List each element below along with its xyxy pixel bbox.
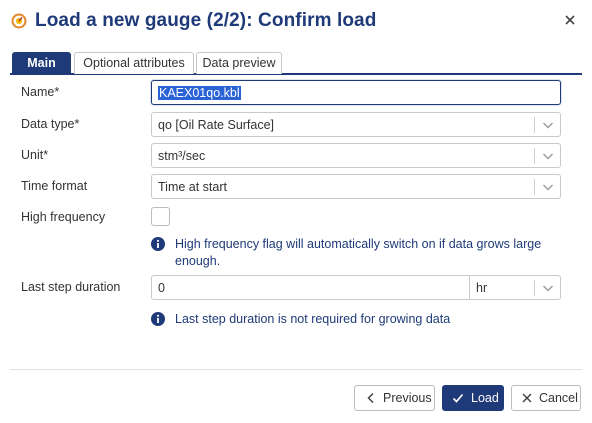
chevron-down-icon[interactable] bbox=[542, 283, 554, 293]
last-step-duration-info: Last step duration is not required for g… bbox=[151, 311, 551, 329]
close-icon[interactable] bbox=[562, 12, 578, 28]
chevron-down-icon[interactable] bbox=[542, 182, 554, 192]
tab-data-preview[interactable]: Data preview bbox=[196, 52, 282, 74]
unit-value: stm³/sec bbox=[158, 149, 206, 163]
high-frequency-checkbox[interactable] bbox=[151, 207, 170, 226]
gauge-icon bbox=[11, 13, 27, 29]
data-type-select[interactable]: qo [Oil Rate Surface] bbox=[151, 112, 561, 137]
data-type-value: qo [Oil Rate Surface] bbox=[158, 118, 275, 132]
last-step-duration-info-text: Last step duration is not required for g… bbox=[175, 312, 451, 326]
close-icon bbox=[522, 393, 532, 403]
high-frequency-label: High frequency bbox=[21, 210, 106, 224]
cancel-button[interactable]: Cancel bbox=[511, 385, 581, 411]
previous-button[interactable]: Previous bbox=[354, 385, 435, 411]
tab-main[interactable]: Main bbox=[12, 52, 71, 74]
chevron-down-icon[interactable] bbox=[542, 151, 554, 161]
info-icon bbox=[151, 312, 165, 326]
time-format-row: Time format Time at start bbox=[0, 174, 592, 200]
dropdown-separator bbox=[534, 148, 535, 164]
time-format-label: Time format bbox=[21, 179, 88, 193]
data-type-row: Data type* qo [Oil Rate Surface] bbox=[0, 112, 592, 138]
dialog-titlebar: Load a new gauge (2/2): Confirm load bbox=[10, 8, 582, 34]
unit-row: Unit* stm³/sec bbox=[0, 143, 592, 169]
high-frequency-info: High frequency flag will automatically s… bbox=[151, 236, 551, 270]
time-format-select[interactable]: Time at start bbox=[151, 174, 561, 199]
name-input[interactable]: KAEX01qo.kbl bbox=[151, 80, 561, 105]
footer-divider bbox=[10, 369, 582, 370]
unit-select[interactable]: stm³/sec bbox=[151, 143, 561, 168]
load-button[interactable]: Load bbox=[442, 385, 504, 411]
last-step-duration-input[interactable]: 0 bbox=[151, 275, 470, 300]
unit-label: Unit* bbox=[21, 148, 49, 162]
info-icon bbox=[151, 237, 165, 251]
tab-optional-attributes[interactable]: Optional attributes bbox=[74, 52, 194, 74]
last-step-duration-unit-select[interactable]: hr bbox=[469, 275, 561, 300]
data-type-label: Data type* bbox=[21, 117, 80, 131]
name-input-value: KAEX01qo.kbl bbox=[158, 86, 241, 100]
name-row: Name* KAEX01qo.kbl bbox=[0, 80, 592, 106]
high-frequency-row: High frequency bbox=[0, 207, 592, 233]
last-step-duration-unit: hr bbox=[476, 281, 488, 295]
cancel-button-label: Cancel bbox=[539, 391, 578, 405]
chevron-left-icon bbox=[367, 392, 374, 404]
previous-button-label: Previous bbox=[383, 391, 432, 405]
name-label: Name* bbox=[21, 85, 60, 99]
time-format-value: Time at start bbox=[158, 180, 227, 194]
chevron-down-icon[interactable] bbox=[542, 120, 554, 130]
dropdown-separator bbox=[534, 280, 535, 296]
last-step-duration-value: 0 bbox=[158, 281, 165, 295]
check-icon bbox=[452, 393, 464, 403]
dropdown-separator bbox=[534, 117, 535, 133]
dropdown-separator bbox=[534, 179, 535, 195]
last-step-duration-row: Last step duration 0 hr bbox=[0, 275, 592, 301]
last-step-duration-label: Last step duration bbox=[21, 280, 121, 294]
tab-bar: Main Optional attributes Data preview bbox=[10, 52, 582, 75]
dialog-title: Load a new gauge (2/2): Confirm load bbox=[35, 10, 377, 31]
high-frequency-info-text: High frequency flag will automatically s… bbox=[175, 237, 542, 268]
load-button-label: Load bbox=[471, 391, 499, 405]
